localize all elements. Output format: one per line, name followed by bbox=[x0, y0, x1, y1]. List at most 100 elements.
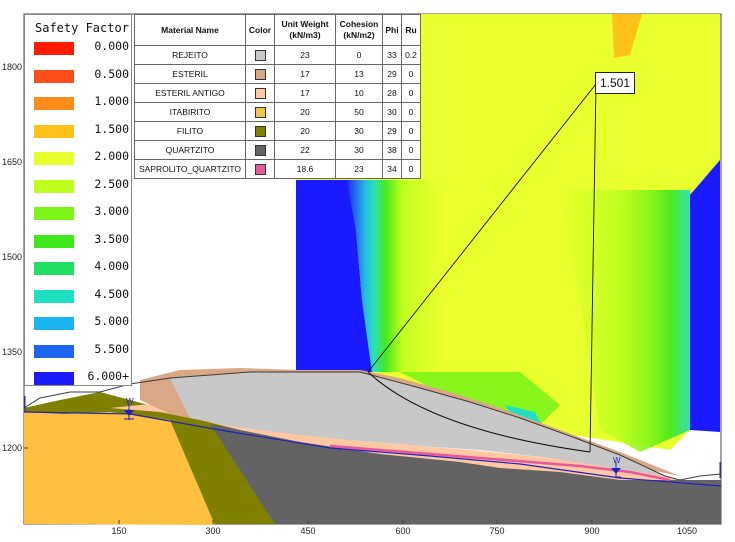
phi-cell: 29 bbox=[382, 121, 402, 141]
phi-cell: 38 bbox=[382, 140, 402, 160]
legend-value: 3.500 bbox=[94, 231, 129, 246]
legend-value: 3.000 bbox=[94, 204, 129, 218]
table-row: FILITO 20 30 29 0 bbox=[134, 121, 421, 141]
cohesion-cell: 0 bbox=[335, 45, 383, 65]
table-row: SAPROLITO_QUARTZITO 18.6 23 34 0 bbox=[134, 159, 421, 179]
material-color-swatch bbox=[254, 87, 266, 99]
legend-value: 5.500 bbox=[94, 341, 129, 356]
legend-value: 4.000 bbox=[94, 259, 129, 273]
slope-stability-view: W W 1800 1650 1500 1350 1200 150 300 450… bbox=[0, 0, 735, 542]
water-label-left: W bbox=[126, 397, 134, 406]
cohesion-cell: 10 bbox=[335, 83, 383, 103]
y-tick-1350: 1350 bbox=[2, 347, 23, 357]
material-table: Material Name Color Unit Weight (kN/m3) C… bbox=[134, 14, 421, 179]
legend-swatch bbox=[34, 179, 74, 193]
header-ru: Ru bbox=[401, 14, 421, 46]
material-color-cell bbox=[245, 121, 275, 141]
ru-cell: 0 bbox=[401, 102, 421, 122]
material-color-cell bbox=[245, 140, 275, 160]
ru-cell: 0 bbox=[401, 64, 421, 84]
cohesion-cell: 30 bbox=[335, 140, 383, 160]
y-tick-1800: 1800 bbox=[2, 62, 23, 72]
y-tick-1500: 1500 bbox=[2, 252, 23, 262]
material-name-cell: ESTERIL bbox=[134, 64, 246, 84]
ru-cell: 0 bbox=[401, 140, 421, 160]
material-name-cell: REJEITO bbox=[134, 45, 246, 65]
legend-swatch bbox=[34, 372, 74, 385]
header-cohesion: Cohesion (kN/m2) bbox=[335, 14, 383, 46]
header-color: Color bbox=[245, 14, 275, 46]
header-phi: Phi bbox=[382, 14, 402, 46]
material-color-cell bbox=[245, 83, 275, 103]
material-color-swatch bbox=[254, 144, 266, 156]
cohesion-cell: 13 bbox=[335, 64, 383, 84]
legend-value: 5.000 bbox=[94, 314, 129, 328]
legend-value: 0.500 bbox=[94, 66, 129, 81]
material-color-swatch bbox=[254, 49, 266, 61]
material-color-swatch bbox=[254, 68, 266, 80]
unit-weight-cell: 23 bbox=[274, 45, 336, 65]
x-tick-600: 600 bbox=[395, 526, 411, 536]
table-row: QUARTZITO 22 30 38 0 bbox=[134, 140, 421, 160]
material-name-cell: FILITO bbox=[134, 121, 246, 141]
ru-cell: 0 bbox=[401, 121, 421, 141]
material-name-cell: ITABIRITO bbox=[134, 102, 246, 122]
legend-value: 1.500 bbox=[94, 121, 129, 136]
phi-cell: 34 bbox=[382, 159, 402, 179]
legend-value: 6.000+ bbox=[87, 369, 129, 383]
phi-cell: 28 bbox=[382, 83, 402, 103]
cohesion-cell: 50 bbox=[335, 102, 383, 122]
x-tick-300: 300 bbox=[205, 526, 221, 536]
material-color-cell bbox=[245, 159, 275, 179]
unit-weight-cell: 22 bbox=[274, 140, 336, 160]
legend-swatch bbox=[34, 262, 74, 275]
table-row: ESTERIL 17 13 29 0 bbox=[134, 64, 421, 84]
legend-swatch bbox=[34, 289, 74, 303]
legend-value: 0.000 bbox=[94, 39, 129, 53]
legend-swatch bbox=[34, 234, 74, 248]
cohesion-cell: 30 bbox=[335, 121, 383, 141]
unit-weight-cell: 18.6 bbox=[274, 159, 336, 179]
unit-weight-cell: 17 bbox=[274, 64, 336, 84]
legend-swatch bbox=[34, 124, 74, 138]
material-name-cell: QUARTZITO bbox=[134, 140, 246, 160]
table-row: ESTERIL ANTIGO 17 10 28 0 bbox=[134, 83, 421, 103]
water-label-right: W bbox=[613, 456, 621, 465]
phi-cell: 29 bbox=[382, 64, 402, 84]
ru-cell: 0 bbox=[401, 159, 421, 179]
table-row: REJEITO 23 0 33 0.2 bbox=[134, 45, 421, 65]
material-name-cell: SAPROLITO_QUARTZITO bbox=[134, 159, 246, 179]
legend-value: 2.000 bbox=[94, 149, 129, 163]
material-name-cell: ESTERIL ANTIGO bbox=[134, 83, 246, 103]
table-row: ITABIRITO 20 50 30 0 bbox=[134, 102, 421, 122]
legend-value: 1.000 bbox=[94, 94, 129, 108]
phi-cell: 33 bbox=[382, 45, 402, 65]
material-color-cell bbox=[245, 102, 275, 122]
legend-swatch bbox=[34, 317, 74, 330]
ru-cell: 0 bbox=[401, 83, 421, 103]
legend-swatch bbox=[34, 152, 74, 165]
material-color-swatch bbox=[254, 106, 266, 118]
contour-right-edge-blue bbox=[690, 160, 720, 432]
legend-value: 4.500 bbox=[94, 286, 129, 301]
phi-cell: 30 bbox=[382, 102, 402, 122]
y-tick-1650: 1650 bbox=[2, 157, 23, 167]
legend-swatch bbox=[34, 207, 74, 220]
material-color-cell bbox=[245, 64, 275, 84]
legend-value: 2.500 bbox=[94, 176, 129, 191]
x-tick-900: 900 bbox=[584, 526, 600, 536]
legend-swatch bbox=[34, 344, 74, 358]
x-tick-750: 750 bbox=[489, 526, 505, 536]
safety-factor-legend: Safety Factor 0.000 0.500 1.000 1.500 2.000 2… bbox=[24, 14, 132, 386]
y-tick-1200: 1200 bbox=[2, 443, 23, 453]
material-color-cell bbox=[245, 45, 275, 65]
material-table-header: Material Name Color Unit Weight (kN/m3) C… bbox=[134, 14, 421, 46]
header-material-name: Material Name bbox=[134, 14, 246, 46]
x-tick-1050: 1050 bbox=[676, 526, 698, 536]
safety-factor-label[interactable]: 1.501 bbox=[595, 72, 635, 94]
material-color-swatch bbox=[254, 163, 266, 175]
unit-weight-cell: 20 bbox=[274, 102, 336, 122]
material-color-swatch bbox=[254, 125, 266, 137]
unit-weight-cell: 17 bbox=[274, 83, 336, 103]
legend-swatch bbox=[34, 42, 74, 55]
